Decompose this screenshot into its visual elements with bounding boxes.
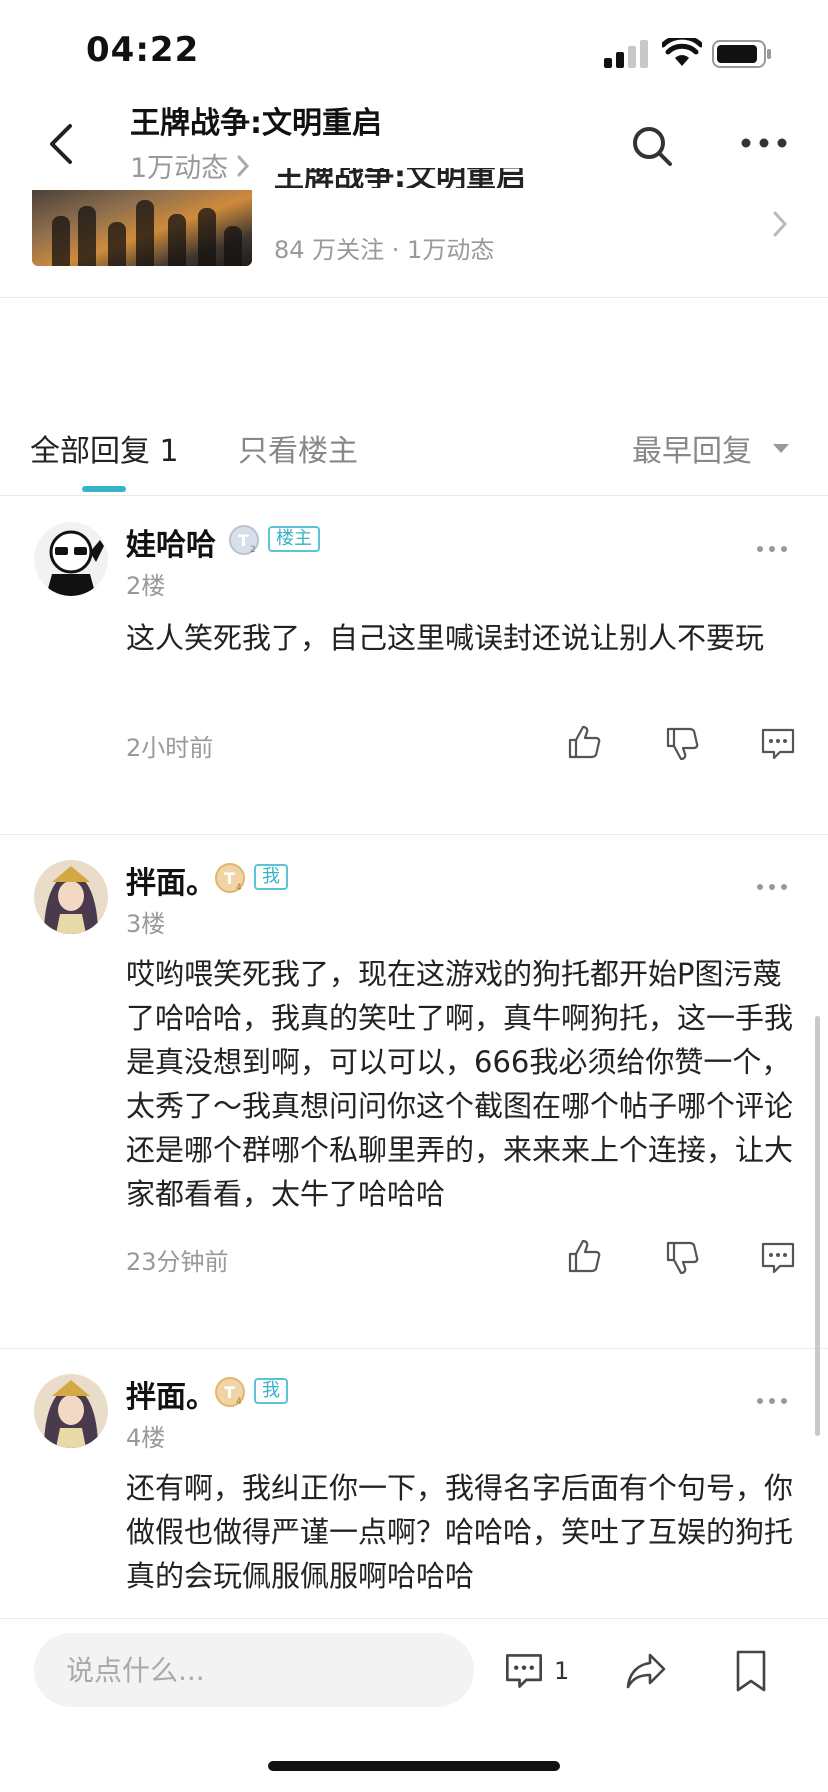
battery-icon: [712, 40, 771, 68]
reply-tabs: 全部回复 1 只看楼主 最早回复: [0, 396, 828, 496]
avatar[interactable]: [34, 1374, 108, 1448]
game-thumbnail: [32, 190, 252, 266]
level-badge-icon: T 4: [215, 1377, 245, 1407]
game-card[interactable]: 王牌战争:文明重启 84 万关注 · 1万动态: [0, 168, 828, 298]
cellular-signal-icon: [604, 40, 648, 68]
avatar[interactable]: [34, 522, 108, 596]
tab-all-label: 全部回复: [30, 434, 150, 469]
more-icon[interactable]: [756, 544, 788, 554]
tab-all-count: 1: [159, 434, 179, 469]
reply-item: 拌面。 T 4 我 3楼 哎哟喂笑死我了，现在这游戏的狗托都开始P图污蔑了哈哈哈…: [0, 834, 828, 1348]
share-icon[interactable]: [624, 1649, 668, 1693]
chevron-right-icon: [773, 211, 788, 237]
svg-text:2: 2: [250, 545, 256, 555]
svg-text:T: T: [224, 1383, 235, 1402]
me-tag: 我: [254, 1378, 288, 1404]
status-bar: 04:22: [0, 0, 828, 100]
page-title: 王牌战争:文明重启: [130, 106, 382, 141]
comment-count: 1: [554, 1657, 570, 1685]
avatar[interactable]: [34, 860, 108, 934]
reply-time: 23分钟前: [126, 1248, 229, 1276]
reply-time: 2小时前: [126, 734, 214, 762]
caret-down-icon: [773, 444, 789, 453]
like-icon[interactable]: [566, 724, 602, 760]
reply-content: 还有啊，我纠正你一下，我得名字后面有个句号，你做假也做得严谨一点啊？哈哈哈，笑吐…: [126, 1471, 794, 1593]
comments-button[interactable]: 1: [504, 1649, 569, 1693]
more-icon[interactable]: [740, 128, 788, 158]
tab-owner-only[interactable]: 只看楼主: [238, 426, 358, 470]
game-stats: 84 万关注 · 1万动态: [274, 236, 495, 264]
active-tab-indicator: [82, 486, 126, 492]
like-icon[interactable]: [566, 1238, 602, 1274]
back-button[interactable]: [40, 120, 84, 168]
floor-number: 2楼: [126, 572, 166, 600]
sort-dropdown[interactable]: 最早回复: [632, 426, 790, 470]
more-icon[interactable]: [756, 882, 788, 892]
username[interactable]: 娃哈哈: [126, 520, 216, 564]
game-title: 王牌战争:文明重启: [274, 168, 526, 188]
svg-text:T: T: [238, 531, 249, 550]
username[interactable]: 拌面。: [126, 1372, 216, 1416]
comment-icon[interactable]: [760, 726, 796, 762]
dislike-icon[interactable]: [664, 1240, 700, 1276]
bookmark-icon[interactable]: [734, 1649, 768, 1693]
chevron-right-icon: [237, 155, 250, 176]
floor-number: 4楼: [126, 1424, 166, 1452]
reply-item: 娃哈哈 T 2 楼主 2楼 这人笑死我了，自己这里喊误封还说让别人不要玩 2小时…: [0, 496, 828, 834]
comment-icon[interactable]: [760, 1240, 796, 1276]
svg-text:4: 4: [236, 1397, 242, 1407]
level-badge-icon: T 4: [215, 863, 245, 893]
home-indicator[interactable]: [268, 1761, 560, 1771]
owner-tag: 楼主: [268, 526, 320, 552]
scrollbar[interactable]: [815, 1016, 820, 1436]
status-time: 04:22: [86, 30, 200, 70]
more-icon[interactable]: [756, 1396, 788, 1406]
floor-number: 3楼: [126, 910, 166, 938]
bottom-action-bar: 1: [0, 1618, 828, 1792]
reply-item: 拌面。 T 4 我 4楼 还有啊，我纠正你一下，我得名字后面有个句号，你做假也做…: [0, 1348, 828, 1618]
nav-subtitle-link[interactable]: 1万动态: [130, 146, 250, 185]
reply-content: 这人笑死我了，自己这里喊误封还说让别人不要玩: [126, 621, 765, 655]
reply-content: 哎哟喂笑死我了，现在这游戏的狗托都开始P图污蔑了哈哈哈，我真的笑吐了啊，真牛啊狗…: [126, 957, 794, 1211]
reply-input[interactable]: [34, 1633, 474, 1707]
dislike-icon[interactable]: [664, 726, 700, 762]
comment-icon: [506, 1654, 542, 1688]
level-badge-icon: T 2: [229, 525, 259, 555]
me-tag: 我: [254, 864, 288, 890]
tab-all-replies[interactable]: 全部回复 1: [30, 426, 179, 470]
search-icon[interactable]: [630, 124, 674, 168]
wifi-icon: [662, 38, 702, 66]
username[interactable]: 拌面。: [126, 858, 216, 902]
sort-label: 最早回复: [632, 434, 752, 469]
svg-text:T: T: [224, 869, 235, 888]
svg-text:4: 4: [236, 883, 242, 893]
nav-subtitle-text: 1万动态: [130, 153, 229, 184]
